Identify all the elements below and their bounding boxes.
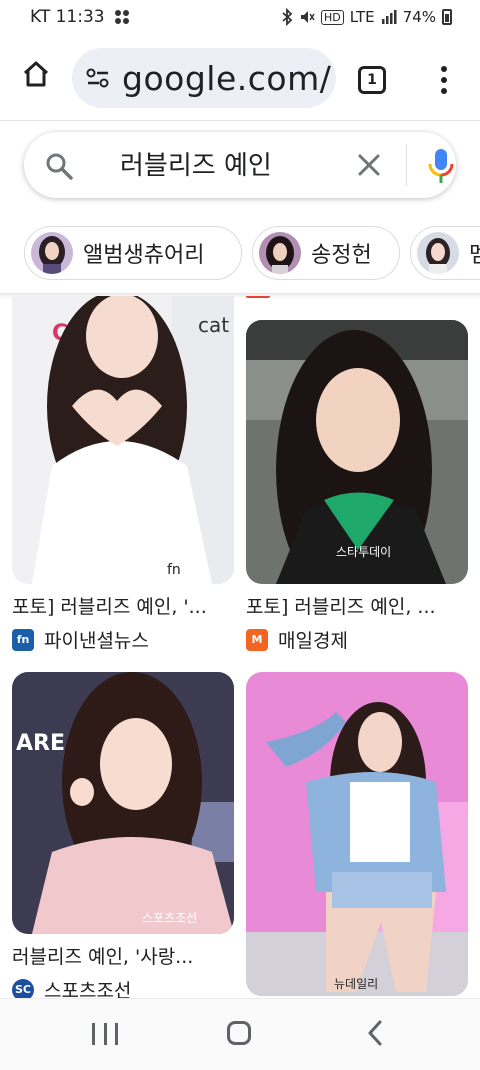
screen: KT 11:33 HD LTE 74% google.com/ 1 러블리즈 예… bbox=[0, 0, 480, 1070]
url-text: google.com/ bbox=[122, 58, 332, 98]
microphone-icon[interactable] bbox=[424, 147, 458, 185]
recents-button[interactable] bbox=[92, 1023, 118, 1045]
clear-icon[interactable] bbox=[354, 150, 384, 180]
home-icon bbox=[23, 61, 49, 87]
status-left: KT 11:33 bbox=[30, 7, 131, 27]
status-bar: KT 11:33 HD LTE 74% bbox=[0, 0, 480, 34]
svg-text:ARE: ARE bbox=[16, 731, 65, 756]
tab-switcher-button[interactable]: 1 bbox=[358, 66, 386, 94]
watermark: 뉴데일리 bbox=[334, 977, 378, 991]
back-icon[interactable] bbox=[362, 1019, 390, 1047]
search-divider bbox=[406, 144, 407, 186]
result-title[interactable]: 러블리즈 예인, '사랑... bbox=[12, 942, 193, 969]
result-image[interactable]: ARE 스포츠조선 bbox=[12, 672, 234, 934]
status-right: HD LTE 74% bbox=[281, 8, 452, 26]
result-title[interactable]: 포토] 러블리즈 예인, ... bbox=[246, 592, 436, 619]
network-label: LTE bbox=[349, 8, 375, 26]
chip-thumbnail bbox=[31, 232, 73, 274]
chip-thumbnail bbox=[259, 232, 301, 274]
search-box[interactable]: 러블리즈 예인 bbox=[24, 132, 456, 198]
source-logo: M bbox=[246, 628, 268, 651]
partial-source-logo bbox=[246, 296, 270, 298]
system-home-button[interactable] bbox=[227, 1021, 251, 1045]
chip-label: 앨범생츄어리 bbox=[83, 243, 205, 268]
toolbar-divider bbox=[0, 120, 480, 121]
source-logo: SC bbox=[12, 978, 34, 998]
image-results: cat CI fn 포토] 러블리즈 예인, '... fn 파이낸셜뉴스 bbox=[0, 296, 480, 998]
signal-icon bbox=[381, 10, 397, 24]
search-icon bbox=[46, 153, 73, 180]
chip-label: 멤 bbox=[469, 243, 480, 268]
browser-toolbar: google.com/ 1 bbox=[0, 34, 480, 122]
result-title[interactable]: 포토] 러블리즈 예인, '... bbox=[12, 592, 207, 619]
chip-member[interactable]: 멤 bbox=[410, 226, 480, 280]
chip-album[interactable]: 앨범생츄어리 bbox=[24, 226, 242, 280]
carrier-time: KT 11:33 bbox=[30, 7, 105, 27]
result-source[interactable]: fn 파이낸셜뉴스 bbox=[12, 626, 149, 653]
site-settings-icon[interactable] bbox=[86, 67, 110, 89]
result-image[interactable]: 뉴데일리 bbox=[246, 672, 468, 996]
hd-badge: HD bbox=[320, 9, 344, 25]
svg-text:cat: cat bbox=[198, 313, 229, 337]
chip-thumbnail bbox=[417, 232, 459, 274]
watermark: fn bbox=[167, 562, 181, 578]
system-nav-bar bbox=[0, 998, 480, 1070]
suggestion-chips: 앨범생츄어리 송정헌 멤 bbox=[24, 226, 480, 282]
mute-icon bbox=[300, 11, 315, 23]
more-menu-button[interactable] bbox=[432, 62, 456, 98]
bluetooth-icon bbox=[282, 8, 293, 26]
result-image[interactable]: 스타투데이 bbox=[246, 320, 468, 584]
battery-percent: 74% bbox=[402, 8, 436, 26]
search-query[interactable]: 러블리즈 예인 bbox=[120, 145, 272, 182]
address-bar[interactable]: google.com/ bbox=[72, 48, 336, 108]
chip-person[interactable]: 송정헌 bbox=[252, 226, 400, 280]
result-source[interactable]: SC 스포츠조선 bbox=[12, 976, 131, 998]
chip-label: 송정헌 bbox=[311, 243, 372, 268]
source-name: 파이낸셜뉴스 bbox=[44, 630, 149, 652]
notification-icon bbox=[114, 10, 129, 24]
result-image[interactable]: cat CI fn bbox=[12, 296, 234, 584]
watermark: 스포츠조선 bbox=[142, 911, 197, 925]
result-source[interactable]: M 매일경제 bbox=[246, 626, 348, 653]
home-button[interactable] bbox=[18, 56, 54, 92]
battery-icon bbox=[442, 9, 452, 25]
source-logo: fn bbox=[12, 628, 34, 651]
watermark: 스타투데이 bbox=[336, 545, 391, 559]
source-name: 스포츠조선 bbox=[44, 980, 132, 998]
source-name: 매일경제 bbox=[278, 630, 348, 652]
